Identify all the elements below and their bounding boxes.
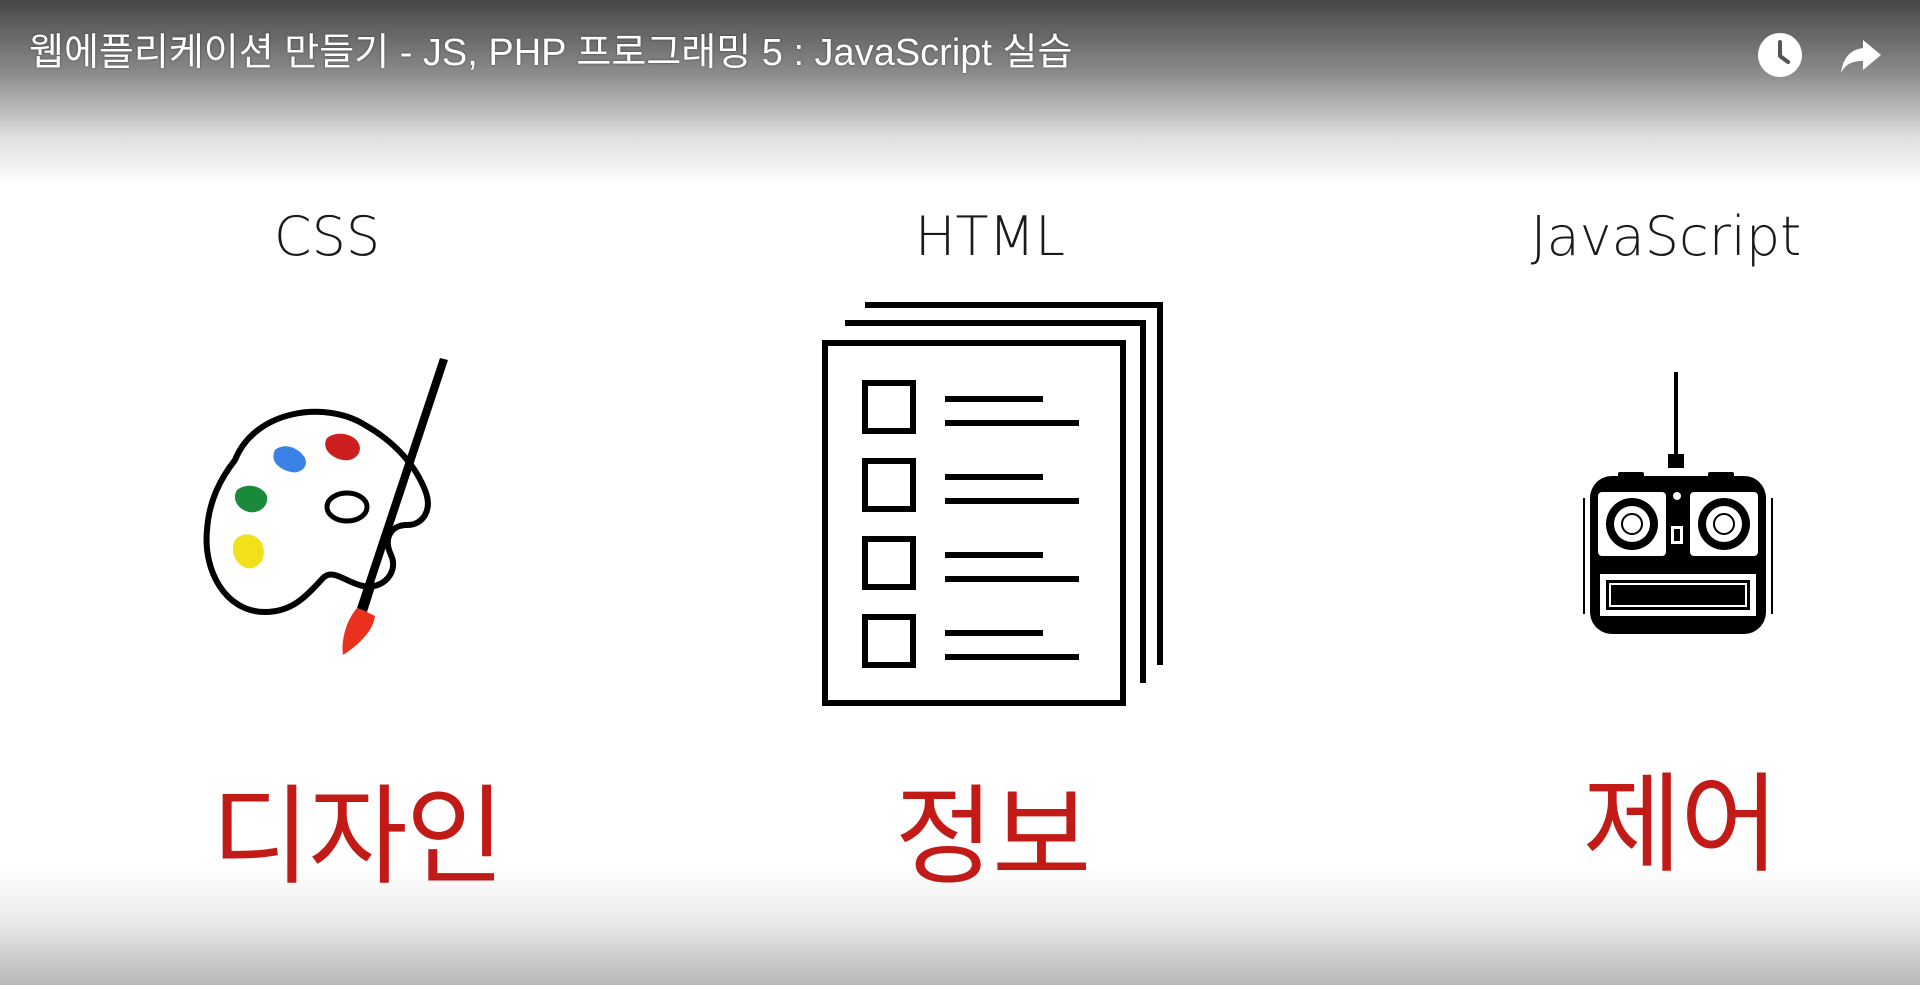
- video-title[interactable]: 웹에플리케이션 만들기 - JS, PHP 프로그래밍 5 : JavaScri…: [29, 26, 1072, 80]
- bottom-overlay-gradient: [0, 865, 1920, 985]
- clock-icon: [1758, 33, 1802, 77]
- paint-palette-icon: [203, 358, 448, 655]
- share-arrow-icon: [1841, 40, 1881, 73]
- watch-later-button[interactable]: [1753, 28, 1807, 82]
- css-heading: CSS: [273, 205, 381, 268]
- document-checklist-icon: [822, 302, 1163, 706]
- remote-controller-icon: [1583, 372, 1773, 634]
- video-player[interactable]: CSS HTML JavaScript 디자인 정보 제어 웹에플리케이션 만들…: [0, 0, 1920, 985]
- share-button[interactable]: [1835, 28, 1889, 82]
- html-heading: HTML: [914, 205, 1066, 268]
- javascript-heading: JavaScript: [1530, 205, 1802, 268]
